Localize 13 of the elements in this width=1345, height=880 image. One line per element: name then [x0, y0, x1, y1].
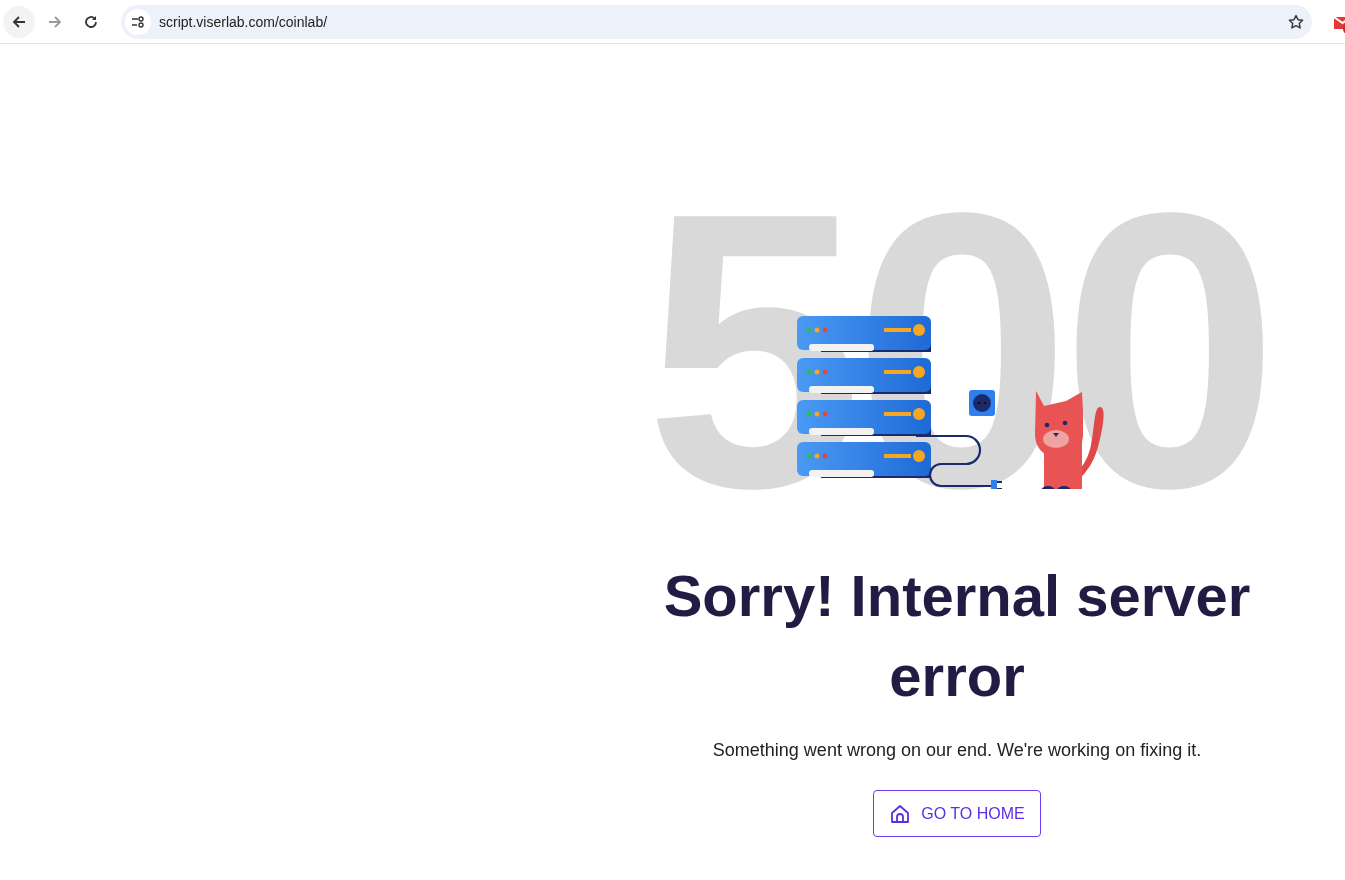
error-heading: Sorry! Internal server error — [662, 562, 1252, 710]
address-bar[interactable]: script.viserlab.com/coinlab/ — [121, 4, 1312, 39]
back-button[interactable] — [3, 5, 35, 38]
reload-icon — [83, 13, 99, 30]
bookmark-star-icon[interactable] — [1288, 13, 1304, 30]
url-text: script.viserlab.com/coinlab/ — [159, 13, 329, 30]
home-icon — [889, 802, 912, 825]
power-socket-icon — [969, 390, 995, 416]
forward-arrow-icon — [47, 13, 63, 30]
back-arrow-icon — [11, 13, 27, 30]
site-settings-icon[interactable] — [125, 8, 151, 35]
error-message: Something went wrong on our end. We're working on fixing it. — [712, 739, 1202, 762]
go-to-home-button[interactable]: GO TO HOME — [873, 790, 1041, 837]
